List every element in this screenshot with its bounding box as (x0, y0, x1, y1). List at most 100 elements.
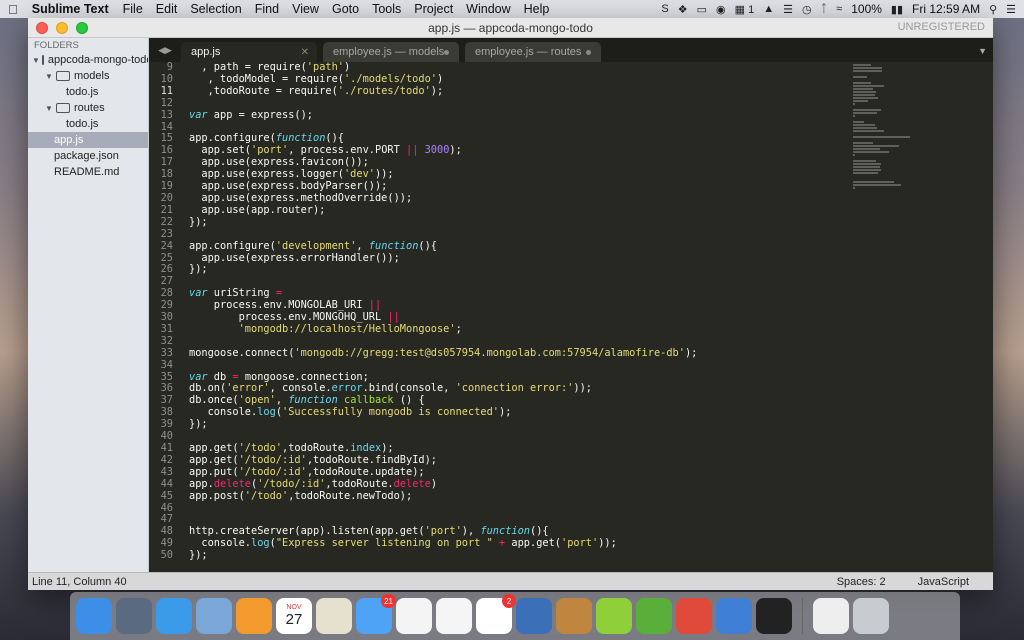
menu-file[interactable]: File (123, 2, 143, 16)
sidebar-folder[interactable]: ▼ models (28, 68, 148, 84)
code-line[interactable]: 45 app.post('/todo',todoRoute.newTodo); (149, 490, 993, 503)
minimap-line (853, 169, 881, 171)
disclosure-arrow-icon[interactable]: ▼ (44, 104, 54, 113)
menu-window[interactable]: Window (466, 2, 510, 16)
mail-icon[interactable] (196, 598, 232, 634)
file-tree: ▼ appcoda-mongo-todo ▼ models todo.js ▼ routes… (28, 52, 148, 180)
simulator-icon[interactable] (716, 598, 752, 634)
close-window-button[interactable] (36, 22, 48, 34)
close-icon[interactable]: ✕ (301, 47, 309, 58)
code-line[interactable]: 31 'mongodb://localhost/HelloMongoose'; (149, 323, 993, 336)
code-line[interactable]: 34 (149, 359, 993, 372)
indentation-selector[interactable]: Spaces: 2 (837, 576, 886, 588)
tab-employee-routes[interactable]: employee.js — routes (465, 42, 601, 62)
wifi-icon[interactable]: ≈ (836, 3, 842, 15)
code-line[interactable]: 26}); (149, 263, 993, 276)
disclosure-arrow-icon[interactable]: ▼ (44, 72, 54, 81)
time-machine-icon[interactable]: ◷ (802, 3, 812, 16)
notification-center-icon[interactable]: ☰ (1006, 3, 1016, 16)
pages-icon[interactable] (236, 598, 272, 634)
notification-icon[interactable]: ▦ 1 (735, 3, 755, 16)
battery-percent[interactable]: 100% (851, 2, 882, 16)
leaf-app-icon[interactable] (636, 598, 672, 634)
sidebar-file[interactable]: package.json (28, 148, 148, 164)
menu-selection[interactable]: Selection (190, 2, 241, 16)
notification-badge: 21 (381, 594, 396, 608)
disclosure-arrow-icon[interactable]: ▼ (32, 56, 40, 65)
trash-icon[interactable] (853, 598, 889, 634)
code-line[interactable]: 33 mongoose.connect('mongodb://gregg:test… (149, 347, 993, 360)
calendar-icon[interactable]: NOV 27 (276, 598, 312, 634)
bluetooth-icon[interactable]: ᛏ (821, 3, 828, 15)
menu-project[interactable]: Project (414, 2, 453, 16)
tab-dropdown-icon[interactable]: ▼ (978, 46, 993, 62)
battery-icon[interactable]: ▮▮ (891, 3, 903, 16)
lime-app-icon[interactable] (596, 598, 632, 634)
sidebar-folder[interactable]: ▼ routes (28, 100, 148, 116)
menu-goto[interactable]: Goto (332, 2, 359, 16)
skype-icon[interactable]: S (661, 3, 668, 15)
dropbox-icon[interactable]: ❖ (678, 3, 688, 16)
code-line[interactable]: 46 (149, 502, 993, 515)
sidebar-folder[interactable]: ▼ appcoda-mongo-todo (28, 52, 148, 68)
launchpad-icon[interactable] (116, 598, 152, 634)
code-editor[interactable]: 9 , path = require('path') 10 , todoModel… (149, 62, 993, 572)
airplay-icon[interactable]: ▲ (763, 3, 774, 15)
title-bar[interactable]: app.js — appcoda-mongo-todo UNREGISTERED (28, 18, 993, 38)
preview-icon[interactable] (556, 598, 592, 634)
menu-edit[interactable]: Edit (156, 2, 178, 16)
vertical-scrollbar[interactable] (985, 62, 993, 572)
sidebar: FOLDERS ▼ appcoda-mongo-todo ▼ models todo.j… (28, 38, 149, 572)
chrome-icon[interactable] (676, 598, 712, 634)
messages-icon[interactable]: 21 (356, 594, 396, 634)
code-text: }); (189, 549, 208, 562)
tab-nav-arrows[interactable]: ◀▶ (149, 45, 181, 62)
finder-icon[interactable] (76, 598, 112, 634)
code-line[interactable]: 49 console.log("Express server listening… (149, 537, 993, 550)
spotlight-search-icon[interactable]: ⚲ (989, 3, 997, 16)
xcode-icon[interactable] (516, 598, 552, 634)
syntax-selector[interactable]: JavaScript (918, 576, 969, 588)
app-menu[interactable]: Sublime Text (32, 2, 109, 16)
safari-icon[interactable] (156, 598, 192, 634)
code-line[interactable]: 25 app.use(express.errorHandler()); (149, 252, 993, 265)
code-line[interactable]: 50}); (149, 549, 993, 562)
monitor-icon[interactable]: ▭ (697, 3, 707, 16)
sidebar-file[interactable]: app.js (28, 132, 148, 148)
folder-icon (56, 103, 70, 113)
unsaved-dot-icon[interactable] (444, 50, 449, 55)
apple-menu-icon[interactable]:  (8, 2, 18, 17)
evernote-icon[interactable]: ◉ (716, 3, 726, 16)
minimize-window-button[interactable] (56, 22, 68, 34)
minimap[interactable] (853, 64, 923, 189)
list-icon[interactable]: ☰ (783, 3, 793, 16)
sidebar-file[interactable]: todo.js (28, 116, 148, 132)
zoom-window-button[interactable] (76, 22, 88, 34)
menu-view[interactable]: View (292, 2, 319, 16)
code-line[interactable]: 21 app.use(app.router); (149, 204, 993, 217)
menu-find[interactable]: Find (255, 2, 279, 16)
unsaved-dot-icon[interactable] (586, 50, 591, 55)
sidebar-file[interactable]: README.md (28, 164, 148, 180)
sidebar-file[interactable]: todo.js (28, 84, 148, 100)
clock[interactable]: Fri 12:59 AM (912, 2, 980, 16)
documents-icon[interactable] (813, 598, 849, 634)
terminal-icon[interactable] (756, 598, 792, 634)
line-number: 22 (160, 215, 173, 228)
code-text: app.configure('development', function(){ (189, 239, 438, 252)
code-line[interactable]: 39}); (149, 418, 993, 431)
code-line[interactable]: 24 app.configure('development', function(… (149, 239, 993, 253)
tab-app-js[interactable]: app.js ✕ (181, 42, 317, 62)
itunes-icon[interactable] (436, 598, 472, 634)
photos-icon[interactable] (396, 598, 432, 634)
code-line[interactable]: 38 console.log('Successfully mongodb is … (149, 406, 993, 419)
slack-icon[interactable]: 2 (476, 594, 516, 634)
textedit-icon[interactable] (316, 598, 352, 634)
tab-employee-models[interactable]: employee.js — models (323, 42, 459, 62)
menu-help[interactable]: Help (524, 2, 550, 16)
code-line[interactable]: 22}); (149, 215, 993, 229)
menu-tools[interactable]: Tools (372, 2, 401, 16)
